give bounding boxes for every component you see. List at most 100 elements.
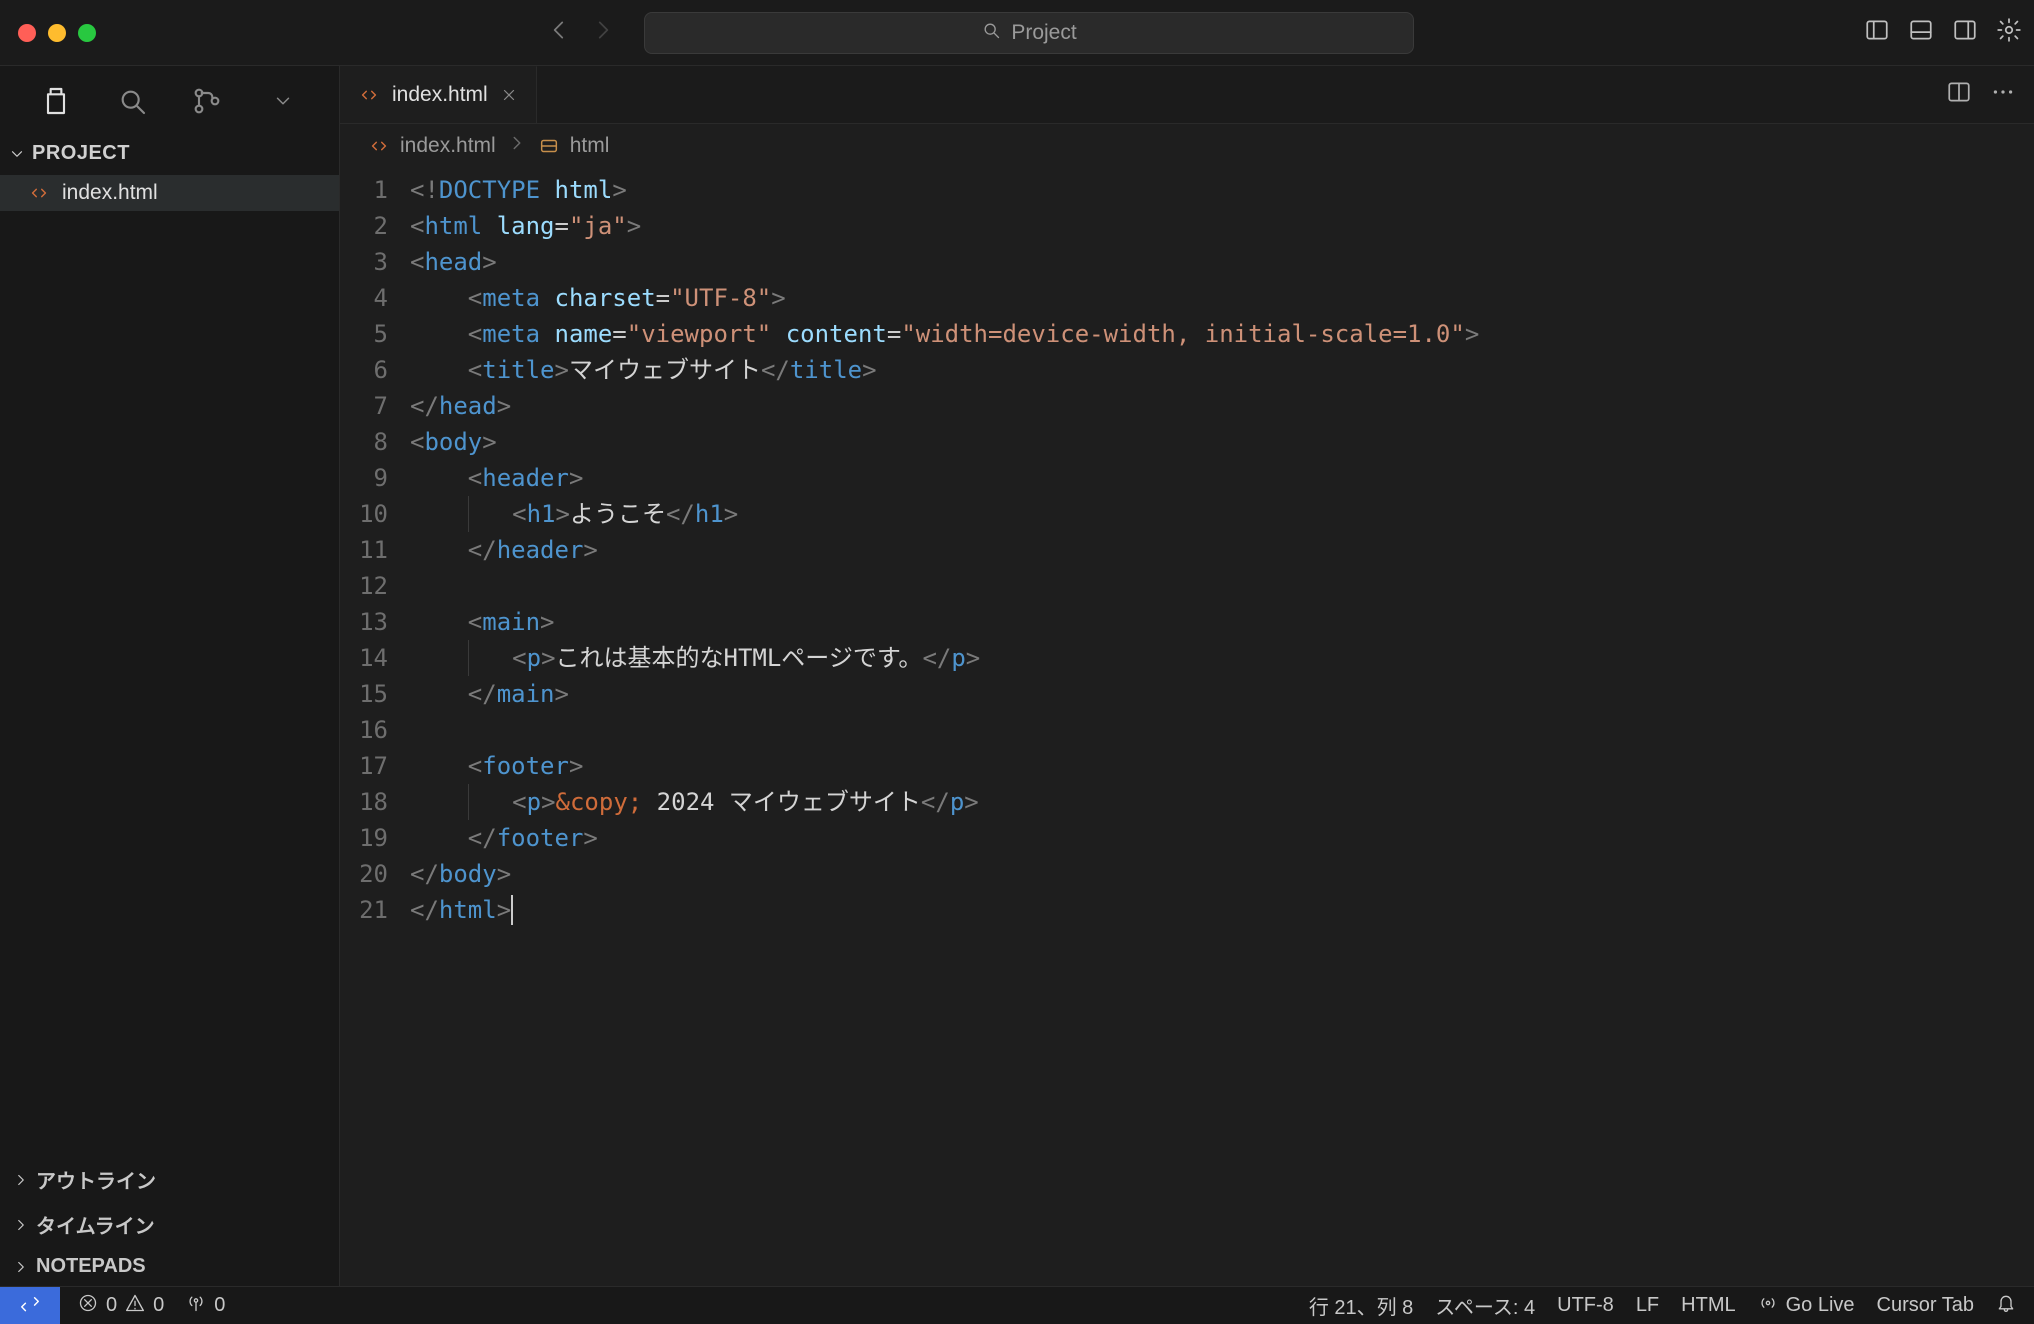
- command-center[interactable]: Project: [644, 12, 1414, 54]
- code-line[interactable]: <title>マイウェブサイト</title>: [410, 352, 2034, 388]
- code-line[interactable]: </body>: [410, 856, 2034, 892]
- nav-forward-button[interactable]: [590, 17, 616, 49]
- outline-panel-header[interactable]: アウトライン: [0, 1157, 339, 1202]
- toggle-secondary-sidebar-icon[interactable]: [1952, 17, 1978, 49]
- cursor-position-status[interactable]: 行 21、列 8: [1309, 1291, 1413, 1320]
- file-tree-item[interactable]: index.html: [0, 175, 339, 211]
- source-control-view-icon[interactable]: [189, 83, 225, 119]
- file-tree-item-label: index.html: [62, 181, 158, 205]
- cursor-tab-label: Cursor Tab: [1877, 1294, 1974, 1317]
- code-line[interactable]: <footer>: [410, 748, 2034, 784]
- explorer-view-icon[interactable]: [38, 83, 74, 119]
- sidebar-panels: アウトライン タイムライン NOTEPADS: [0, 1157, 339, 1286]
- html-file-icon: [28, 181, 52, 205]
- code-line[interactable]: <body>: [410, 424, 2034, 460]
- explorer-title-label: PROJECT: [32, 142, 130, 165]
- eol-status[interactable]: LF: [1636, 1294, 1659, 1317]
- additional-views-icon[interactable]: [265, 83, 301, 119]
- code-line[interactable]: <header>: [410, 460, 2034, 496]
- chevron-down-icon: [8, 145, 26, 163]
- code-line[interactable]: <p>&copy; 2024 マイウェブサイト</p>: [410, 784, 2034, 820]
- close-window-button[interactable]: [18, 24, 36, 42]
- code-line[interactable]: <head>: [410, 244, 2034, 280]
- chevron-right-icon: [12, 1216, 30, 1234]
- editor-tab[interactable]: index.html: [340, 66, 537, 123]
- code-line[interactable]: <h1>ようこそ</h1>: [410, 496, 2034, 532]
- language-mode-status[interactable]: HTML: [1681, 1294, 1735, 1317]
- warning-icon: [125, 1293, 145, 1319]
- notifications-button[interactable]: [1996, 1293, 2016, 1319]
- timeline-panel-header[interactable]: タイムライン: [0, 1202, 339, 1247]
- maximize-window-button[interactable]: [78, 24, 96, 42]
- status-bar: 0 0 0 行 21、列 8 スペース: 4 UTF-8 LF HTML Go …: [0, 1286, 2034, 1324]
- breadcrumb-symbol: html: [570, 134, 610, 158]
- encoding-status[interactable]: UTF-8: [1557, 1294, 1614, 1317]
- toggle-panel-icon[interactable]: [1908, 17, 1934, 49]
- file-tree[interactable]: index.html: [0, 171, 339, 1157]
- ports-count: 0: [214, 1294, 225, 1317]
- notepads-panel-header[interactable]: NOTEPADS: [0, 1247, 339, 1286]
- eol-label: LF: [1636, 1294, 1659, 1317]
- ports-status[interactable]: 0: [186, 1293, 225, 1319]
- code-line[interactable]: </header>: [410, 532, 2034, 568]
- bell-icon: [1996, 1293, 2016, 1319]
- code-line[interactable]: <main>: [410, 604, 2034, 640]
- radio-tower-icon: [186, 1293, 206, 1319]
- code-line[interactable]: [410, 568, 2034, 604]
- code-line[interactable]: <p>これは基本的なHTMLページです。</p>: [410, 640, 2034, 676]
- code-editor[interactable]: 123456789101112131415161718192021 <!DOCT…: [340, 168, 2034, 1286]
- indentation-status[interactable]: スペース: 4: [1435, 1291, 1535, 1320]
- code-line[interactable]: </head>: [410, 388, 2034, 424]
- nav-back-button[interactable]: [546, 17, 572, 49]
- code-line[interactable]: <meta charset="UTF-8">: [410, 280, 2034, 316]
- outline-panel-label: アウトライン: [36, 1165, 156, 1194]
- editor-group: index.html index.html html 1234567891011…: [340, 66, 2034, 1286]
- html-file-icon: [368, 135, 390, 157]
- warning-count: 0: [153, 1294, 164, 1317]
- breadcrumb-file: index.html: [400, 134, 496, 158]
- error-count: 0: [106, 1294, 117, 1317]
- split-editor-icon[interactable]: [1946, 79, 1972, 111]
- cursor-position-label: 行 21、列 8: [1309, 1291, 1413, 1320]
- encoding-label: UTF-8: [1557, 1294, 1614, 1317]
- chevron-right-icon: [12, 1171, 30, 1189]
- chevron-right-icon: [12, 1258, 30, 1276]
- indentation-label: スペース: 4: [1435, 1291, 1535, 1320]
- explorer-section-header[interactable]: PROJECT: [0, 136, 339, 171]
- minimize-window-button[interactable]: [48, 24, 66, 42]
- line-number-gutter: 123456789101112131415161718192021: [340, 172, 410, 1286]
- problems-status[interactable]: 0 0: [78, 1293, 164, 1319]
- settings-gear-icon[interactable]: [1996, 17, 2022, 49]
- breadcrumb[interactable]: index.html html: [340, 124, 2034, 168]
- code-line[interactable]: </main>: [410, 676, 2034, 712]
- close-tab-button[interactable]: [500, 86, 518, 104]
- code-content[interactable]: <!DOCTYPE html><html lang="ja"><head> <m…: [410, 172, 2034, 1286]
- code-line[interactable]: <!DOCTYPE html>: [410, 172, 2034, 208]
- search-view-icon[interactable]: [114, 83, 150, 119]
- timeline-panel-label: タイムライン: [36, 1210, 155, 1239]
- code-line[interactable]: </footer>: [410, 820, 2034, 856]
- sidebar: PROJECT index.html アウトライン タイムライン: [0, 66, 340, 1286]
- text-cursor: [511, 895, 513, 925]
- code-line[interactable]: [410, 712, 2034, 748]
- window-controls: [18, 24, 96, 42]
- toggle-primary-sidebar-icon[interactable]: [1864, 17, 1890, 49]
- more-actions-icon[interactable]: [1990, 79, 2016, 111]
- code-line[interactable]: </html>: [410, 892, 2034, 928]
- language-mode-label: HTML: [1681, 1294, 1735, 1317]
- search-icon: [981, 20, 1001, 46]
- go-live-status[interactable]: Go Live: [1758, 1293, 1855, 1319]
- html-file-icon: [358, 84, 380, 106]
- code-line[interactable]: <meta name="viewport" content="width=dev…: [410, 316, 2034, 352]
- go-live-label: Go Live: [1786, 1294, 1855, 1317]
- chevron-right-icon: [506, 132, 528, 160]
- symbol-icon: [538, 135, 560, 157]
- code-line[interactable]: <html lang="ja">: [410, 208, 2034, 244]
- error-icon: [78, 1293, 98, 1319]
- activity-bar: [0, 66, 339, 136]
- remote-indicator-button[interactable]: [0, 1287, 60, 1324]
- notepads-panel-label: NOTEPADS: [36, 1255, 146, 1278]
- cursor-tab-status[interactable]: Cursor Tab: [1877, 1294, 1974, 1317]
- tab-bar: index.html: [340, 66, 2034, 124]
- broadcast-icon: [1758, 1293, 1778, 1319]
